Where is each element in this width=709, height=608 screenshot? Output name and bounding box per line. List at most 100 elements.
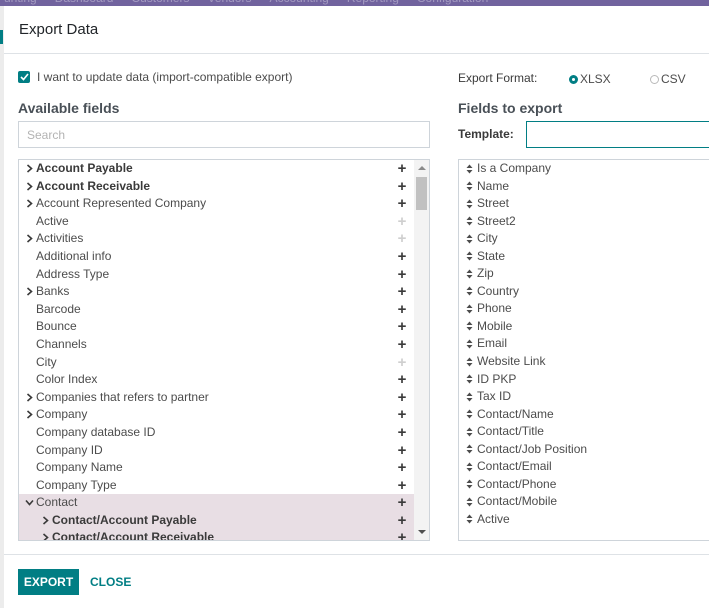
import-compatible-checkbox[interactable] (18, 71, 30, 83)
scroll-down-arrow-icon[interactable] (418, 530, 426, 534)
sort-handle-icon[interactable] (466, 441, 474, 458)
format-radio-xlsx[interactable]: XLSX (569, 72, 611, 86)
export-field-row[interactable]: Country (459, 283, 709, 301)
add-field-plus-icon[interactable]: + (396, 529, 408, 540)
sort-handle-icon[interactable] (466, 353, 474, 370)
add-field-plus-icon[interactable]: + (396, 389, 408, 407)
available-field-row[interactable]: Companies that refers to partner + (19, 389, 414, 407)
add-field-plus-icon[interactable]: + (396, 494, 408, 512)
sort-handle-icon[interactable] (466, 335, 474, 352)
sort-handle-icon[interactable] (466, 230, 474, 247)
add-field-plus-icon[interactable]: + (396, 301, 408, 319)
sort-handle-icon[interactable] (466, 283, 474, 300)
export-field-row[interactable]: Zip (459, 265, 709, 283)
sort-handle-icon[interactable] (466, 248, 474, 265)
sort-handle-icon[interactable] (466, 178, 474, 195)
chevron-right-icon[interactable] (24, 406, 34, 423)
add-field-plus-icon[interactable]: + (396, 160, 408, 178)
available-field-row[interactable]: Additional info + (19, 248, 414, 266)
chevron-right-icon[interactable] (24, 178, 34, 195)
scroll-up-arrow-icon[interactable] (418, 166, 426, 170)
add-field-plus-icon[interactable]: + (396, 283, 408, 301)
chevron-right-icon[interactable] (40, 512, 50, 529)
available-field-row[interactable]: Contact + (19, 494, 414, 512)
export-field-row[interactable]: Mobile (459, 318, 709, 336)
export-button[interactable]: EXPORT (18, 569, 79, 595)
sort-handle-icon[interactable] (466, 423, 474, 440)
add-field-plus-icon[interactable]: + (396, 477, 408, 495)
sort-handle-icon[interactable] (466, 213, 474, 230)
sort-handle-icon[interactable] (466, 160, 474, 177)
export-field-row[interactable]: Tax ID (459, 388, 709, 406)
available-field-row[interactable]: Company ID + (19, 442, 414, 460)
available-field-row[interactable]: City + (19, 354, 414, 372)
chevron-right-icon[interactable] (40, 529, 50, 540)
available-field-row[interactable]: Bounce + (19, 318, 414, 336)
export-field-row[interactable]: ID PKP (459, 371, 709, 389)
sort-handle-icon[interactable] (466, 371, 474, 388)
export-field-row[interactable]: Email (459, 335, 709, 353)
available-field-row[interactable]: Color Index + (19, 371, 414, 389)
export-field-row[interactable]: Contact/Phone (459, 476, 709, 494)
add-field-plus-icon[interactable]: + (396, 424, 408, 442)
available-field-row[interactable]: Account Receivable + (19, 178, 414, 196)
radio-selected-icon[interactable] (569, 74, 578, 84)
available-field-row[interactable]: Company + (19, 406, 414, 424)
available-fields-scrollbar[interactable] (414, 160, 429, 540)
export-field-row[interactable]: Contact/Job Position (459, 441, 709, 459)
chevron-right-icon[interactable] (24, 160, 34, 177)
add-field-plus-icon[interactable]: + (396, 266, 408, 284)
radio-unselected-icon[interactable] (650, 74, 659, 84)
sort-handle-icon[interactable] (466, 195, 474, 212)
add-field-plus-icon[interactable]: + (396, 195, 408, 213)
add-field-plus-icon[interactable]: + (396, 178, 408, 196)
sort-handle-icon[interactable] (466, 300, 474, 317)
scroll-thumb[interactable] (416, 177, 427, 210)
available-field-row[interactable]: Channels + (19, 336, 414, 354)
add-field-plus-icon[interactable]: + (396, 336, 408, 354)
sort-handle-icon[interactable] (466, 406, 474, 423)
available-field-row[interactable]: Address Type + (19, 266, 414, 284)
field-search-input[interactable] (18, 121, 430, 148)
export-field-row[interactable]: Active (459, 511, 709, 529)
chevron-right-icon[interactable] (24, 230, 34, 247)
add-field-plus-icon[interactable]: + (396, 371, 408, 389)
sort-handle-icon[interactable] (466, 511, 474, 528)
sort-handle-icon[interactable] (466, 265, 474, 282)
add-field-plus-icon[interactable]: + (396, 248, 408, 266)
export-field-row[interactable]: Contact/Title (459, 423, 709, 441)
export-field-row[interactable]: Phone (459, 300, 709, 318)
template-select[interactable] (526, 121, 709, 148)
chevron-down-icon[interactable] (24, 494, 34, 511)
available-field-row[interactable]: Contact/Account Receivable + (19, 529, 414, 540)
export-field-row[interactable]: Website Link (459, 353, 709, 371)
available-field-row[interactable]: Activities + (19, 230, 414, 248)
add-field-plus-icon[interactable]: + (396, 318, 408, 336)
format-radio-csv[interactable]: CSV (650, 72, 686, 86)
close-button[interactable]: CLOSE (84, 569, 137, 595)
chevron-right-icon[interactable] (24, 283, 34, 300)
available-field-row[interactable]: Account Represented Company + (19, 195, 414, 213)
available-field-row[interactable]: Barcode + (19, 301, 414, 319)
export-field-row[interactable]: State (459, 248, 709, 266)
export-field-row[interactable]: Contact/Mobile (459, 493, 709, 511)
import-compatible-option[interactable]: I want to update data (import-compatible… (18, 70, 292, 84)
available-field-row[interactable]: Banks + (19, 283, 414, 301)
export-field-row[interactable]: Name (459, 178, 709, 196)
available-field-row[interactable]: Account Payable + (19, 160, 414, 178)
export-field-row[interactable]: Street (459, 195, 709, 213)
available-field-row[interactable]: Company Name + (19, 459, 414, 477)
sort-handle-icon[interactable] (466, 493, 474, 510)
add-field-plus-icon[interactable]: + (396, 459, 408, 477)
available-field-row[interactable]: Active + (19, 213, 414, 231)
export-field-row[interactable]: City (459, 230, 709, 248)
chevron-right-icon[interactable] (24, 195, 34, 212)
available-field-row[interactable]: Company database ID + (19, 424, 414, 442)
available-field-row[interactable]: Contact/Account Payable + (19, 511, 414, 530)
export-field-row[interactable]: Street2 (459, 213, 709, 231)
sort-handle-icon[interactable] (466, 318, 474, 335)
export-field-row[interactable]: Is a Company (459, 160, 709, 178)
sort-handle-icon[interactable] (466, 458, 474, 475)
export-field-row[interactable]: Contact/Name (459, 406, 709, 424)
available-field-row[interactable]: Company Type + (19, 477, 414, 495)
